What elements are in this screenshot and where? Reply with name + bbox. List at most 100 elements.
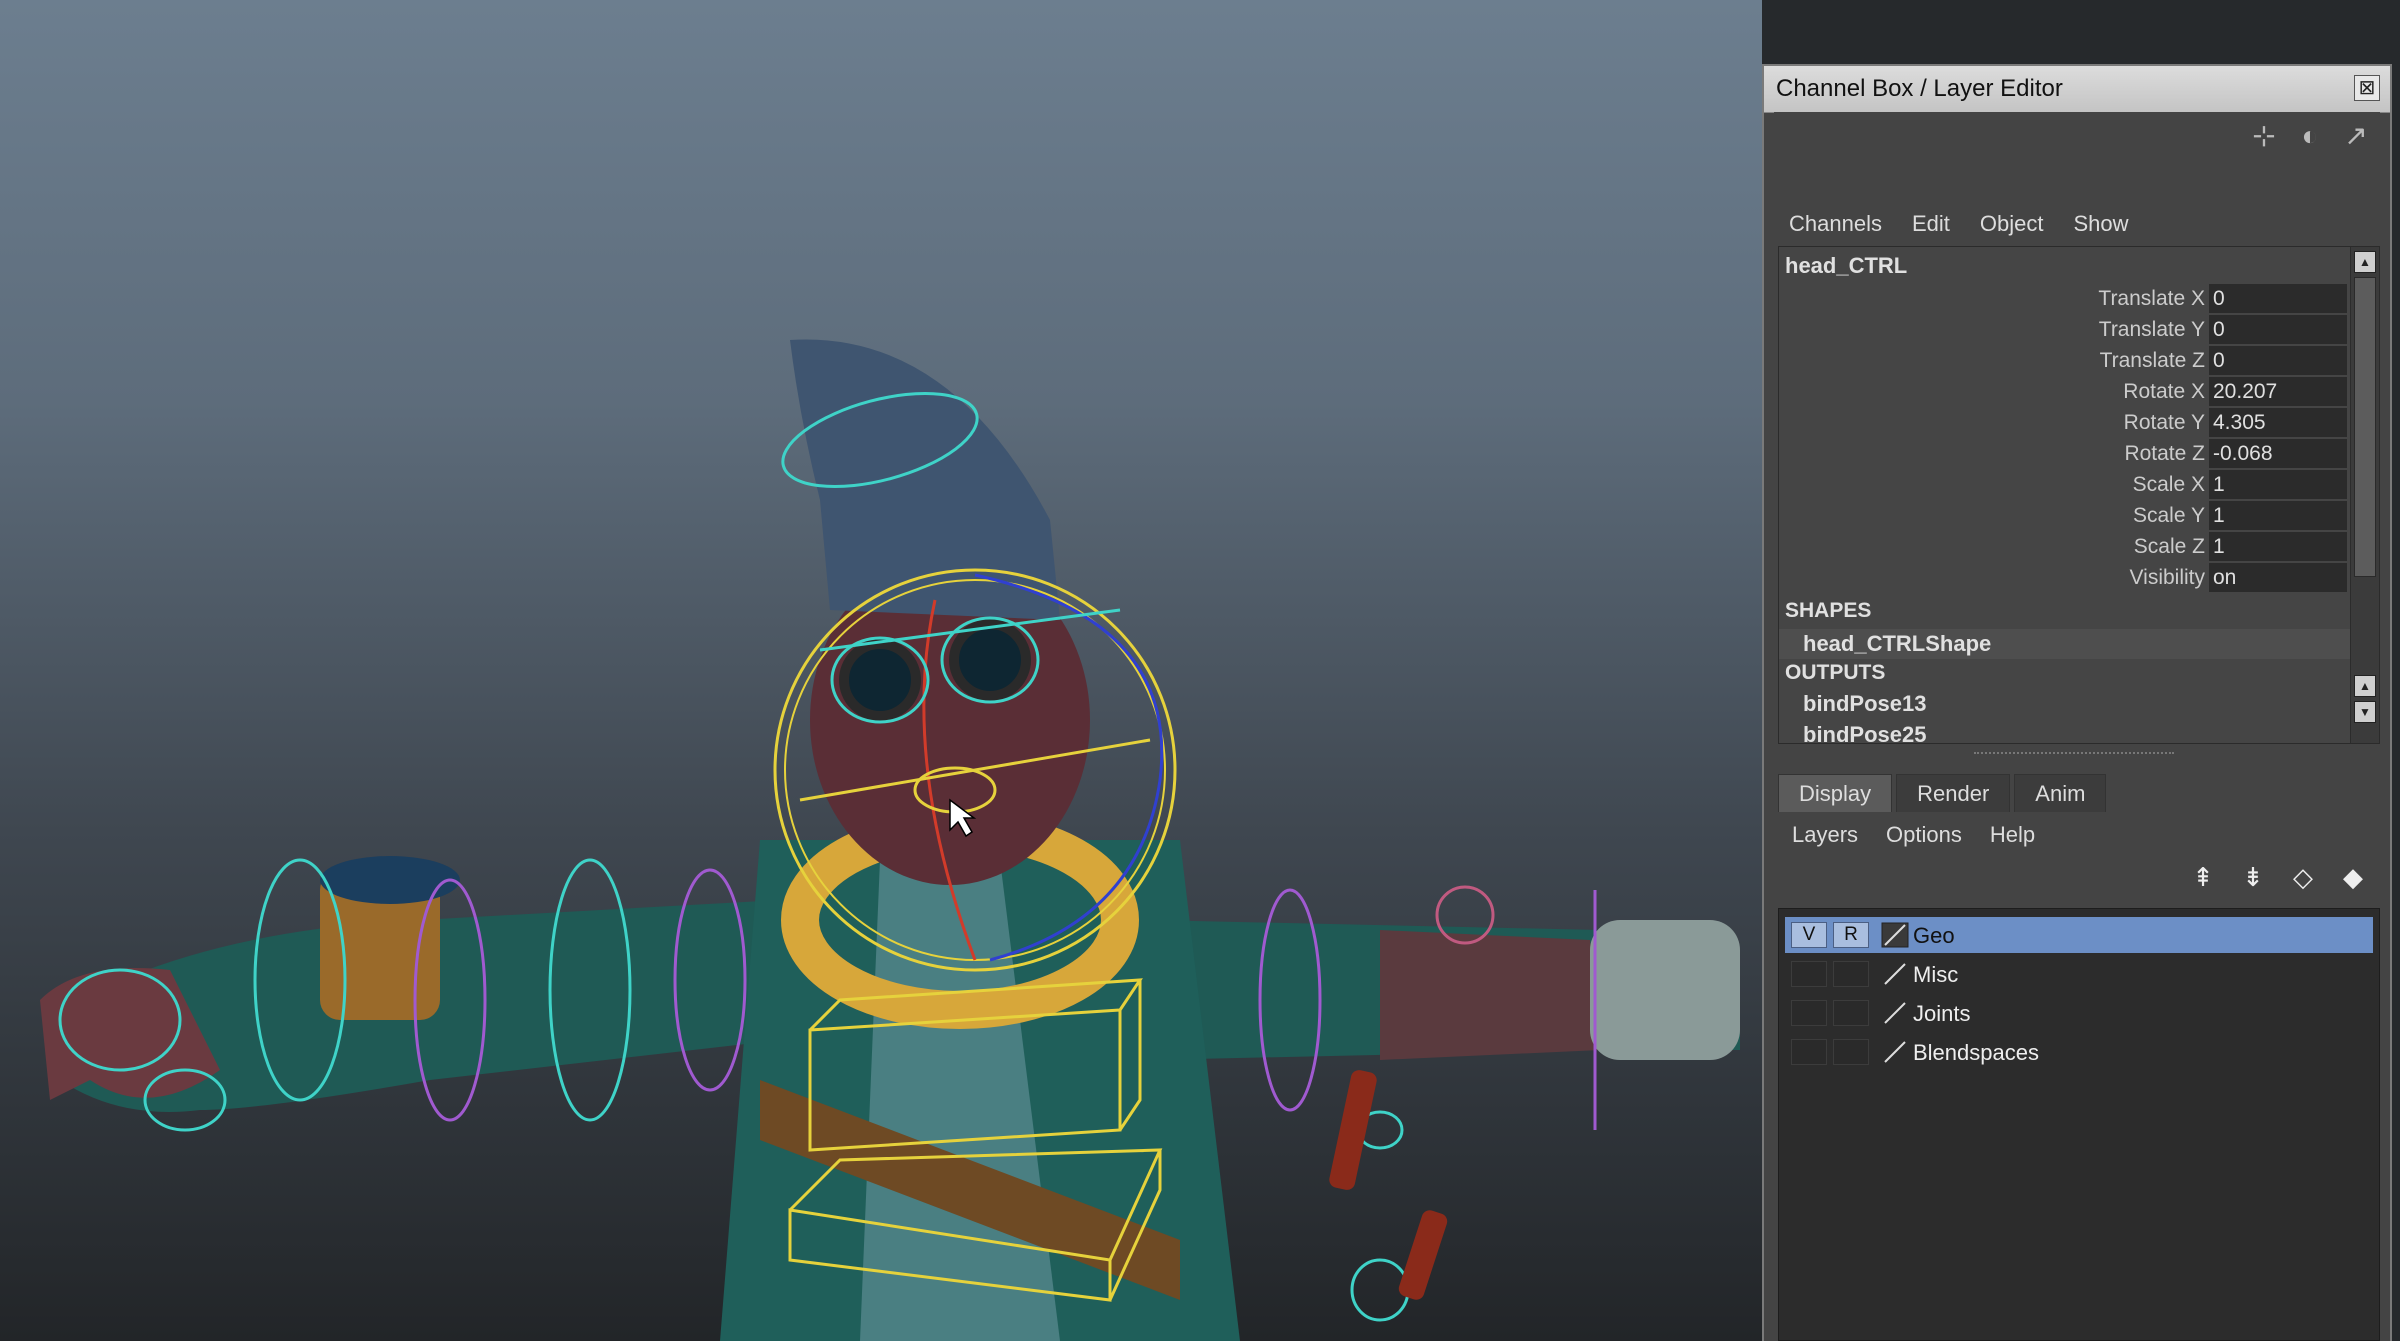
attribute-label[interactable]: Translate Y	[2099, 318, 2205, 342]
menu-help[interactable]: Help	[1976, 816, 2049, 854]
attribute-row-translate-x[interactable]: Translate X 0	[1779, 283, 2351, 314]
goggle-right	[949, 619, 1031, 701]
menu-channels[interactable]: Channels	[1774, 206, 1897, 242]
attribute-row-visibility[interactable]: Visibility on	[1779, 562, 2351, 593]
shapes-section-header: SHAPES	[1785, 599, 1872, 622]
panel-body: ⊹ ◐ ↗ Channels Edit Object Show head_CTR…	[1774, 112, 2380, 1341]
visibility-toggle[interactable]: V	[1791, 922, 1827, 948]
new-empty-layer-icon[interactable]: ◇	[2286, 860, 2320, 894]
channel-box-toolbar: ⊹ ◐ ↗	[2248, 120, 2372, 156]
move-layer-down-icon[interactable]: ⇟	[2236, 860, 2270, 894]
layer-row-geo[interactable]: V R Geo	[1785, 917, 2373, 953]
layer-row-blendspaces[interactable]: Blendspaces	[1785, 1034, 2373, 1070]
attribute-label[interactable]: Translate Z	[2100, 349, 2205, 373]
window-title-bar[interactable]: Channel Box / Layer Editor ⊠	[1764, 66, 2390, 113]
attribute-value-field[interactable]: 1	[2209, 470, 2347, 499]
channel-box-scrollbar[interactable]: ▲ ▲ ▼	[2350, 247, 2379, 743]
attribute-row-rotate-y[interactable]: Rotate Y 4.305	[1779, 407, 2351, 438]
character-rig-scene	[40, 339, 1740, 1341]
output-node[interactable]: bindPose25	[1803, 722, 1926, 743]
attribute-label[interactable]: Scale Z	[2134, 535, 2205, 559]
right-forearm-mesh	[1380, 930, 1600, 1060]
layer-color-swatch-icon[interactable]	[1881, 961, 1909, 987]
menu-edit[interactable]: Edit	[1897, 206, 1965, 242]
attribute-value-field[interactable]: 4.305	[2209, 408, 2347, 437]
layer-color-swatch-icon[interactable]	[1881, 922, 1909, 948]
attribute-row-translate-z[interactable]: Translate Z 0	[1779, 345, 2351, 376]
tab-display[interactable]: Display	[1778, 774, 1893, 812]
attribute-row-rotate-x[interactable]: Rotate X 20.207	[1779, 376, 2351, 407]
layer-name[interactable]: Geo	[1913, 923, 1955, 949]
goggle-left	[839, 639, 921, 721]
visibility-toggle[interactable]	[1791, 1039, 1827, 1065]
scroll-up-arrow-icon[interactable]: ▲	[2354, 675, 2376, 697]
attribute-value-field[interactable]: 0	[2209, 346, 2347, 375]
attribute-row-rotate-z[interactable]: Rotate Z -0.068	[1779, 438, 2351, 469]
channel-box-layer-editor-window: Channel Box / Layer Editor ⊠ ⊹ ◐ ↗ Chann…	[1762, 64, 2392, 1341]
speed-dial-icon[interactable]: ◐	[2294, 120, 2326, 152]
reference-toggle[interactable]	[1833, 1039, 1869, 1065]
reference-toggle[interactable]: R	[1833, 922, 1869, 948]
layer-row-misc[interactable]: Misc	[1785, 956, 2373, 992]
3d-viewport[interactable]	[0, 0, 1762, 1341]
menu-options[interactable]: Options	[1872, 816, 1976, 854]
attribute-value-field[interactable]: 1	[2209, 532, 2347, 561]
outputs-section-header: OUTPUTS	[1785, 661, 1886, 684]
channel-box-menu-bar: Channels Edit Object Show	[1774, 206, 2144, 242]
layer-toolbar: ⇞ ⇟ ◇ ◆	[2186, 860, 2370, 900]
new-layer-from-selected-icon[interactable]: ◆	[2336, 860, 2370, 894]
output-node[interactable]: bindPose13	[1803, 691, 1926, 717]
window-title: Channel Box / Layer Editor	[1776, 75, 2063, 102]
attribute-value-field[interactable]: 1	[2209, 501, 2347, 530]
channel-box-attribute-list[interactable]: head_CTRL Translate X 0 Translate Y 0 Tr…	[1778, 246, 2380, 744]
layer-list[interactable]: V R Geo Misc Joints Blendspaces	[1778, 908, 2380, 1341]
layer-row-joints[interactable]: Joints	[1785, 995, 2373, 1031]
attribute-label[interactable]: Visibility	[2130, 566, 2205, 590]
visibility-toggle[interactable]	[1791, 961, 1827, 987]
attribute-label[interactable]: Rotate X	[2123, 380, 2205, 404]
attribute-row-scale-y[interactable]: Scale Y 1	[1779, 500, 2351, 531]
attribute-label[interactable]: Rotate Y	[2124, 411, 2205, 435]
layer-name[interactable]: Blendspaces	[1913, 1040, 2039, 1066]
panel-splitter-handle[interactable]	[1974, 752, 2174, 760]
menu-layers[interactable]: Layers	[1778, 816, 1872, 854]
move-layer-up-icon[interactable]: ⇞	[2186, 860, 2220, 894]
layer-name[interactable]: Misc	[1913, 962, 1958, 988]
attribute-value-field[interactable]: on	[2209, 563, 2347, 592]
scroll-down-arrow-icon[interactable]: ▼	[2354, 701, 2376, 723]
layer-editor-menu-bar: Layers Options Help	[1778, 816, 2049, 854]
shape-node[interactable]: head_CTRLShape	[1779, 629, 2351, 659]
layer-color-swatch-icon[interactable]	[1881, 1000, 1909, 1026]
manipulator-axes-icon[interactable]: ⊹	[2248, 120, 2280, 152]
right-cuff-mesh	[1590, 920, 1740, 1060]
reference-toggle[interactable]	[1833, 1000, 1869, 1026]
tab-anim[interactable]: Anim	[2014, 774, 2107, 812]
attribute-label[interactable]: Scale Y	[2133, 504, 2205, 528]
hair-mesh	[790, 339, 1060, 620]
menu-object[interactable]: Object	[1965, 206, 2059, 242]
menu-show[interactable]: Show	[2058, 206, 2143, 242]
attribute-value-field[interactable]: 0	[2209, 315, 2347, 344]
layer-editor-tabs: Display Render Anim	[1778, 774, 2110, 812]
attribute-value-field[interactable]: 20.207	[2209, 377, 2347, 406]
layer-color-swatch-icon[interactable]	[1881, 1039, 1909, 1065]
tool-red-1	[1329, 1070, 1377, 1190]
scroll-up-arrow-icon[interactable]: ▲	[2354, 251, 2376, 273]
reference-toggle[interactable]	[1833, 961, 1869, 987]
attribute-row-translate-y[interactable]: Translate Y 0	[1779, 314, 2351, 345]
attribute-label[interactable]: Rotate Z	[2124, 442, 2205, 466]
close-icon[interactable]: ⊠	[2354, 75, 2380, 101]
layer-name[interactable]: Joints	[1913, 1001, 1970, 1027]
watch-face	[320, 856, 460, 904]
attribute-row-scale-z[interactable]: Scale Z 1	[1779, 531, 2351, 562]
visibility-toggle[interactable]	[1791, 1000, 1827, 1026]
attribute-label[interactable]: Scale X	[2133, 473, 2205, 497]
hyperbolic-icon[interactable]: ↗	[2340, 120, 2372, 152]
selected-node-name[interactable]: head_CTRL	[1785, 253, 1907, 279]
attribute-row-scale-x[interactable]: Scale X 1	[1779, 469, 2351, 500]
tab-render[interactable]: Render	[1896, 774, 2011, 812]
attribute-label[interactable]: Translate X	[2098, 287, 2205, 311]
attribute-value-field[interactable]: 0	[2209, 284, 2347, 313]
scrollbar-thumb[interactable]	[2354, 277, 2376, 577]
attribute-value-field[interactable]: -0.068	[2209, 439, 2347, 468]
